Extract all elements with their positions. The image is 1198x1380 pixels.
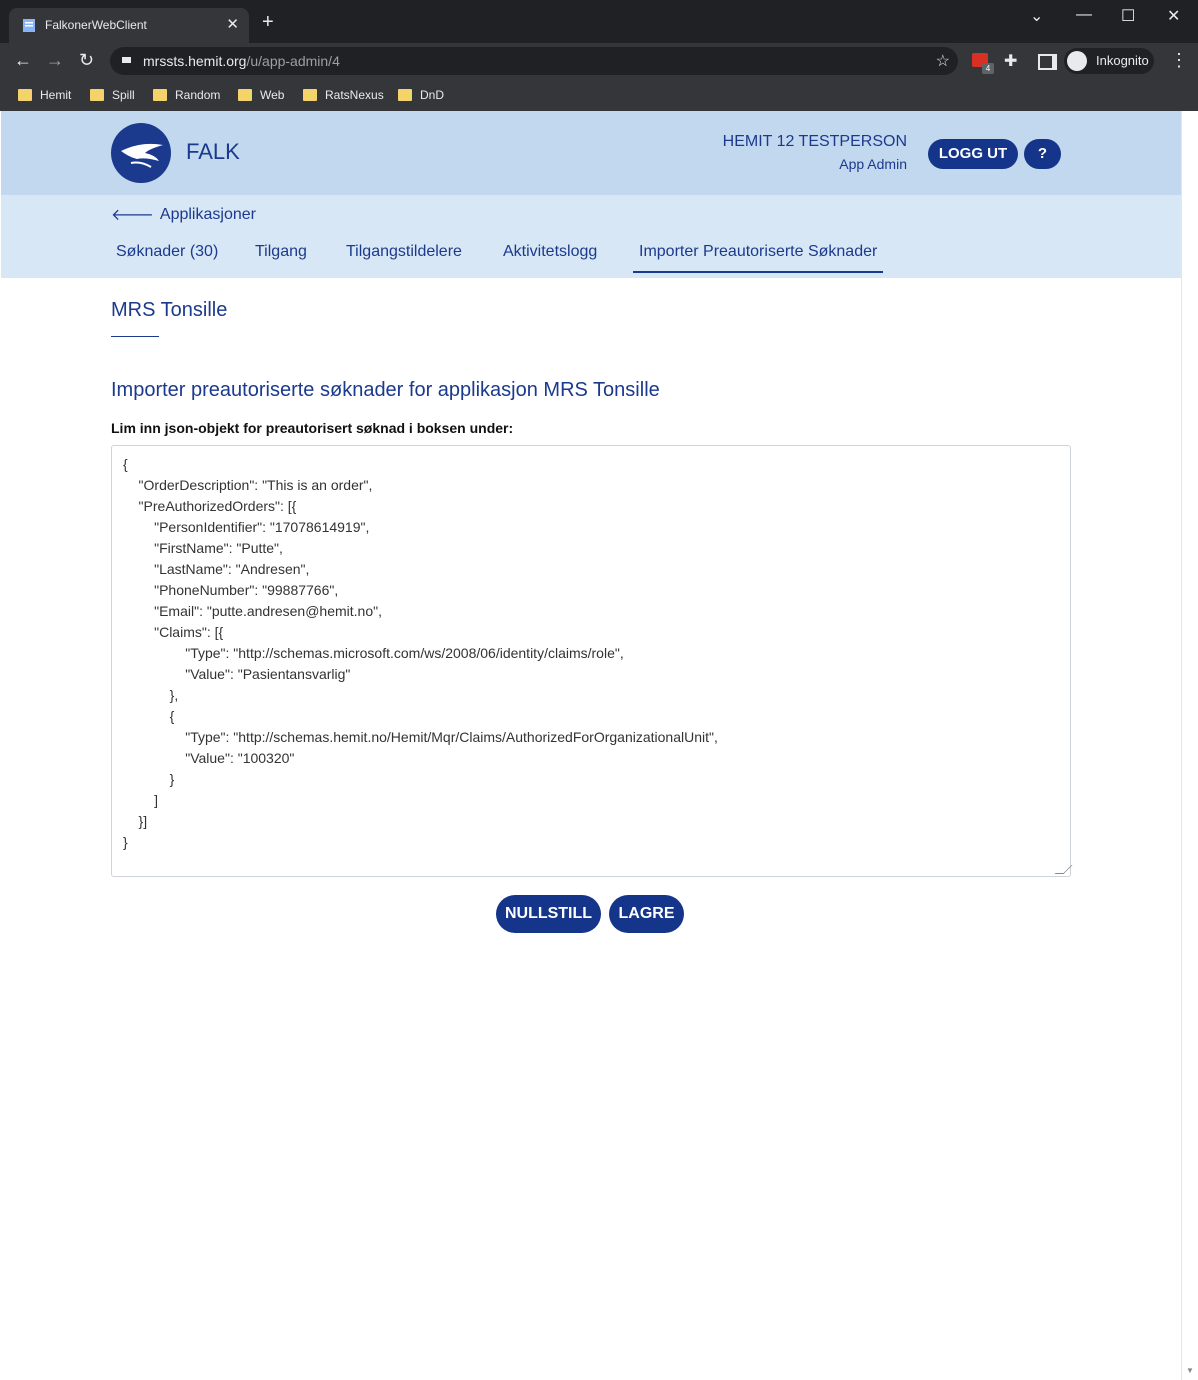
bookmarks-bar: Hemit Spill Random Web RatsNexus DnD	[0, 79, 1198, 111]
falcon-icon	[121, 143, 163, 168]
extension-badge: 4	[982, 63, 994, 74]
folder-icon	[238, 89, 252, 101]
bookmark-label: Web	[260, 88, 285, 102]
json-content[interactable]: { "OrderDescription": "This is an order"…	[112, 446, 1070, 861]
url-host: mrssts.hemit.org	[143, 53, 247, 69]
close-window-icon[interactable]: ✕	[1167, 6, 1180, 26]
resize-handle-icon[interactable]	[1054, 865, 1073, 874]
new-tab-icon[interactable]: +	[262, 12, 274, 32]
app-header: FALK HEMIT 12 TESTPERSON App Admin LOGG …	[1, 111, 1181, 195]
side-panel-icon[interactable]	[1038, 54, 1057, 70]
address-bar[interactable]: mrssts.hemit.org/u/app-admin/4 ☆	[110, 47, 958, 75]
page-icon	[23, 19, 35, 32]
bookmark-label: Spill	[112, 88, 135, 102]
minimize-icon[interactable]: —	[1076, 6, 1092, 24]
falk-logo-icon[interactable]	[111, 123, 171, 183]
back-to-applications-link[interactable]: 🡐 Applikasjoner	[111, 204, 256, 225]
bookmark-random[interactable]: Random	[153, 85, 220, 105]
folder-icon	[153, 89, 167, 101]
forward-arrow-icon[interactable]: →	[46, 50, 64, 71]
bookmark-star-icon[interactable]: ☆	[936, 51, 950, 71]
folder-icon	[303, 89, 317, 101]
folder-icon	[398, 89, 412, 101]
extensions-puzzle-icon[interactable]: ✚	[1004, 51, 1017, 71]
user-name: HEMIT 12 TESTPERSON	[722, 133, 907, 150]
json-textarea[interactable]: { "OrderDescription": "This is an order"…	[111, 445, 1073, 877]
incognito-icon	[1067, 51, 1087, 71]
lock-icon	[122, 57, 131, 63]
logout-button[interactable]: LOGG UT	[928, 139, 1018, 169]
browser-menu-icon[interactable]: ⋮	[1170, 50, 1188, 71]
browser-toolbar: ← → ↻ mrssts.hemit.org/u/app-admin/4 ☆ 4…	[0, 43, 1198, 79]
reload-icon[interactable]: ↻	[79, 50, 94, 71]
bookmark-label: Random	[175, 88, 221, 102]
bookmark-ratsnexus[interactable]: RatsNexus	[303, 85, 384, 105]
tab-aktivitetslogg[interactable]: Aktivitetslogg	[503, 243, 597, 261]
tab-tilgangstildelere[interactable]: Tilgangstildelere	[346, 243, 462, 261]
url-path: /u/app-admin/4	[246, 53, 340, 69]
bookmark-label: RatsNexus	[325, 88, 384, 102]
user-role: App Admin	[839, 156, 907, 172]
application-title: MRS Tonsille	[111, 299, 228, 321]
reset-button[interactable]: NULLSTILL	[496, 895, 601, 933]
maximize-icon[interactable]: ☐	[1121, 6, 1135, 26]
help-button[interactable]: ?	[1024, 139, 1061, 169]
sub-navigation: 🡐 Applikasjoner Søknader (30) Tilgang Ti…	[1, 195, 1181, 278]
tab-search-icon[interactable]: ⌄	[1030, 6, 1043, 26]
bookmark-label: DnD	[420, 88, 445, 102]
browser-chrome: FalkonerWebClient ✕ + ⌄ — ☐ ✕ ← → ↻ mrss…	[0, 0, 1198, 111]
bookmark-label: Hemit	[40, 88, 72, 102]
arrow-left-icon: 🡐	[111, 207, 154, 224]
bookmark-hemit[interactable]: Hemit	[18, 85, 71, 105]
scroll-down-arrow-icon[interactable]: ▼	[1186, 1366, 1194, 1375]
bookmark-spill[interactable]: Spill	[90, 85, 135, 105]
section-heading: Importer preautoriserte søknader for app…	[111, 379, 660, 401]
folder-icon	[90, 89, 104, 101]
tab-importer-preautoriserte-soknader[interactable]: Importer Preautoriserte Søknader	[633, 243, 884, 273]
close-tab-icon[interactable]: ✕	[226, 15, 239, 33]
tab-soknader[interactable]: Søknader (30)	[116, 243, 218, 261]
tab-strip: FalkonerWebClient ✕ + ⌄ — ☐ ✕	[0, 0, 1198, 43]
bookmark-web[interactable]: Web	[238, 85, 284, 105]
bookmark-dnd[interactable]: DnD	[398, 85, 444, 105]
save-button[interactable]: LAGRE	[609, 895, 684, 933]
tab-tilgang[interactable]: Tilgang	[255, 243, 307, 261]
page-scrollbar[interactable]	[1181, 111, 1198, 1380]
title-underline	[111, 336, 159, 337]
brand-name: FALK	[186, 139, 240, 164]
url-text: mrssts.hemit.org/u/app-admin/4	[143, 53, 340, 69]
tab-title: FalkonerWebClient	[45, 18, 147, 32]
folder-icon	[18, 89, 32, 101]
back-arrow-icon[interactable]: ←	[14, 50, 32, 71]
json-field-label: Lim inn json-objekt for preautorisert sø…	[111, 420, 514, 436]
back-link-label: Applikasjoner	[159, 205, 256, 223]
incognito-label: Inkognito	[1096, 53, 1149, 68]
browser-tab[interactable]: FalkonerWebClient ✕	[9, 8, 249, 43]
incognito-indicator[interactable]: Inkognito	[1064, 48, 1154, 74]
